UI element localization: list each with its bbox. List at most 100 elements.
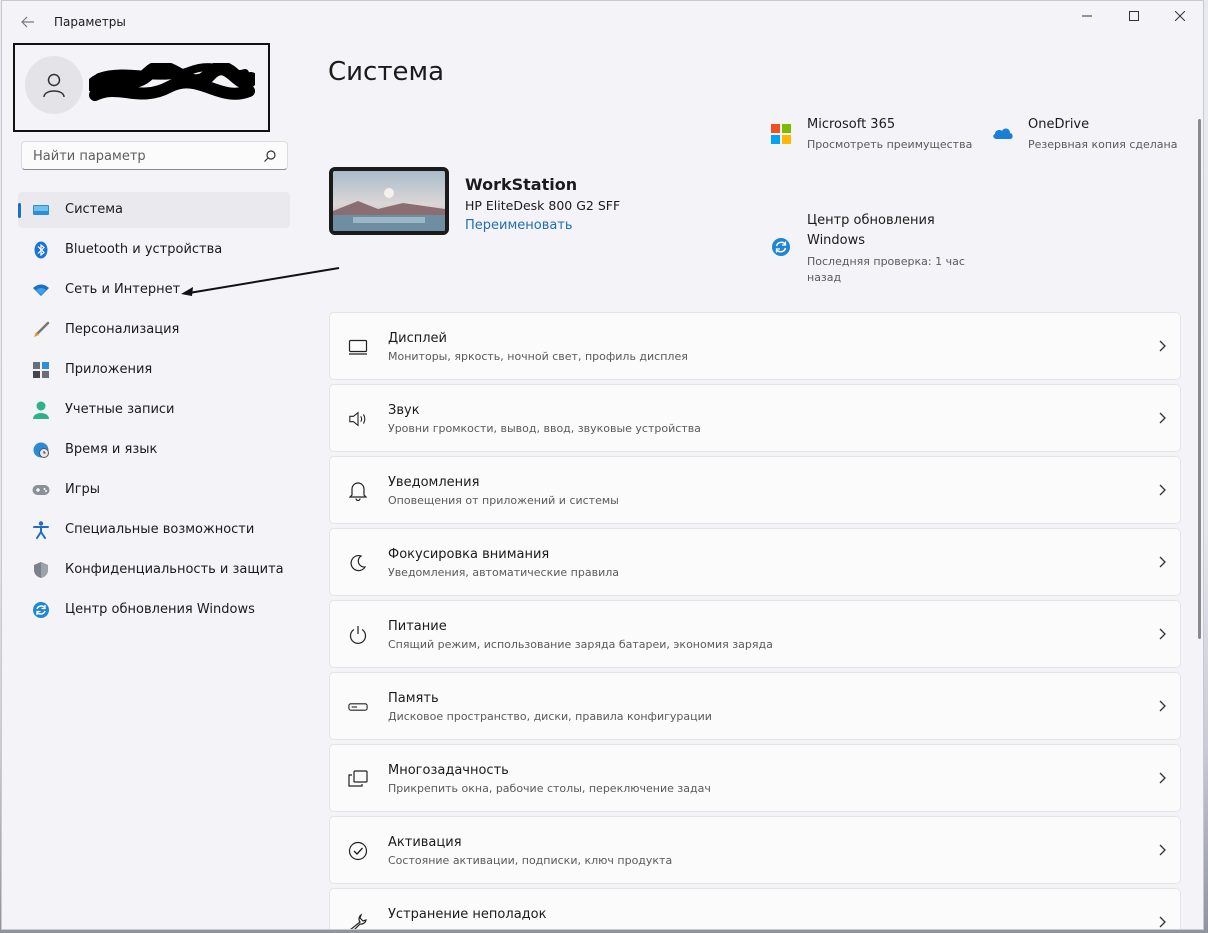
search-icon[interactable] — [263, 149, 277, 163]
gamepad-icon — [32, 481, 50, 499]
window-title: Параметры — [54, 15, 126, 29]
minimize-icon — [1082, 15, 1092, 17]
sidebar-item-label: Система — [65, 202, 124, 217]
card-subtitle: Уровни громкости, вывод, ввод, звуковые … — [388, 422, 701, 435]
sidebar-item-label: Персонализация — [65, 322, 180, 337]
page-title: Система — [328, 57, 445, 87]
search-input[interactable]: Найти параметр — [33, 149, 146, 164]
chevron-right-icon — [1159, 772, 1166, 784]
card-subtitle: Спящий режим, использование заряда батар… — [388, 638, 773, 651]
minimize-button[interactable] — [1062, 1, 1112, 31]
redacted-username — [89, 63, 255, 101]
cloud-icon — [993, 128, 1013, 139]
settings-card-storage[interactable]: Память Дисковое пространство, диски, пра… — [329, 672, 1181, 740]
maximize-button[interactable] — [1109, 1, 1159, 31]
card-title: Дисплей — [388, 331, 448, 346]
promo-microsoft-365[interactable]: Microsoft 365 Просмотреть преимущества — [769, 117, 979, 158]
sidebar-item-time-language[interactable]: Время и язык — [18, 432, 290, 468]
wifi-icon — [32, 281, 50, 299]
sidebar-item-apps[interactable]: Приложения — [18, 352, 290, 388]
close-icon — [1175, 11, 1185, 21]
storage-icon — [348, 697, 368, 717]
sidebar-item-label: Центр обновления Windows — [65, 602, 255, 617]
check-circle-icon — [348, 841, 368, 861]
globe-clock-icon — [32, 441, 50, 459]
promo-windows-update[interactable]: Центр обновления Windows Последняя прове… — [769, 212, 979, 288]
card-subtitle: Мониторы, яркость, ночной свет, профиль … — [388, 350, 688, 363]
sidebar-item-accessibility[interactable]: Специальные возможности — [18, 512, 290, 548]
sidebar-item-label: Конфиденциальность и защита — [65, 562, 284, 577]
card-title: Многозадачность — [388, 763, 509, 778]
settings-card-troubleshoot[interactable]: Устранение неполадок — [329, 888, 1181, 929]
power-icon — [348, 625, 368, 645]
sidebar-item-personalization[interactable]: Персонализация — [18, 312, 290, 348]
search-box[interactable]: Найти параметр — [21, 141, 288, 170]
sidebar-item-privacy[interactable]: Конфиденциальность и защита — [18, 552, 290, 588]
account-card[interactable] — [13, 43, 270, 132]
sidebar-item-label: Bluetooth и устройства — [65, 242, 223, 257]
avatar — [25, 56, 83, 114]
settings-card-activation[interactable]: Активация Состояние активации, подписки,… — [329, 816, 1181, 884]
apps-icon — [32, 361, 50, 379]
promo-onedrive[interactable]: OneDrive Резервная копия сделана — [990, 117, 1180, 158]
sidebar-item-label: Время и язык — [65, 442, 158, 457]
promo-title: OneDrive — [1028, 117, 1090, 132]
card-subtitle: Уведомления, автоматические правила — [388, 566, 619, 579]
back-button[interactable] — [16, 11, 40, 33]
promo-title-line2: Windows — [807, 233, 866, 248]
accessibility-icon — [32, 521, 50, 539]
promo-subtitle: Резервная копия сделана — [1028, 138, 1178, 151]
sidebar-item-windows-update[interactable]: Центр обновления Windows — [18, 592, 290, 628]
shield-icon — [32, 561, 50, 579]
sidebar-item-system[interactable]: Система — [18, 192, 290, 228]
promo-subtitle-line1: Последняя проверка: 1 час — [807, 255, 965, 268]
sidebar-item-label: Игры — [65, 482, 101, 497]
close-button[interactable] — [1155, 1, 1203, 31]
bluetooth-icon — [32, 241, 50, 259]
settings-card-notifications[interactable]: Уведомления Оповещения от приложений и с… — [329, 456, 1181, 524]
annotation-arrow — [181, 267, 340, 296]
card-subtitle: Оповещения от приложений и системы — [388, 494, 619, 507]
update-icon — [32, 601, 50, 619]
settings-card-sound[interactable]: Звук Уровни громкости, вывод, ввод, звук… — [329, 384, 1181, 452]
sidebar-item-label: Специальные возможности — [65, 522, 255, 537]
card-title: Уведомления — [388, 475, 480, 490]
sidebar-nav: Система Bluetooth и устройства Сеть и Ин… — [18, 192, 290, 632]
chevron-right-icon — [1159, 412, 1166, 424]
settings-window: Параметры Найти параметр Система Bluetoo… — [1, 0, 1204, 930]
title-bar: Параметры — [2, 1, 1203, 43]
chevron-right-icon — [1159, 916, 1166, 928]
wrench-icon — [348, 913, 368, 929]
card-subtitle: Дисковое пространство, диски, правила ко… — [388, 710, 712, 723]
sidebar-item-accounts[interactable]: Учетные записи — [18, 392, 290, 428]
settings-list: Дисплей Мониторы, яркость, ночной свет, … — [329, 312, 1181, 929]
settings-card-multitasking[interactable]: Многозадачность Прикрепить окна, рабочие… — [329, 744, 1181, 812]
person-icon — [32, 401, 50, 419]
promo-subtitle-line2: назад — [807, 271, 842, 284]
sidebar-item-gaming[interactable]: Игры — [18, 472, 290, 508]
sidebar-item-label: Учетные записи — [65, 402, 175, 417]
card-title: Фокусировка внимания — [388, 547, 550, 562]
sidebar-item-label: Приложения — [65, 362, 153, 377]
promo-title-line1: Центр обновления — [807, 213, 935, 228]
card-title: Активация — [388, 835, 462, 850]
device-wallpaper-thumbnail — [329, 167, 449, 235]
device-name: WorkStation — [465, 175, 578, 194]
card-title: Звук — [388, 403, 420, 418]
update-icon — [772, 238, 790, 256]
settings-card-focus[interactable]: Фокусировка внимания Уведомления, автома… — [329, 528, 1181, 596]
user-icon — [43, 73, 65, 98]
chevron-right-icon — [1159, 556, 1166, 568]
chevron-right-icon — [1159, 340, 1166, 352]
chevron-right-icon — [1159, 844, 1166, 856]
card-subtitle: Прикрепить окна, рабочие столы, переключ… — [388, 782, 711, 795]
sidebar-item-label: Сеть и Интернет — [65, 282, 181, 297]
settings-card-power[interactable]: Питание Спящий режим, использование заря… — [329, 600, 1181, 668]
rename-link[interactable]: Переименовать — [465, 218, 573, 233]
settings-card-display[interactable]: Дисплей Мониторы, яркость, ночной свет, … — [329, 312, 1181, 380]
promo-subtitle: Просмотреть преимущества — [807, 138, 973, 151]
moon-icon — [348, 553, 368, 573]
multitask-icon — [348, 769, 368, 789]
display-icon — [348, 337, 368, 357]
scrollbar[interactable] — [1198, 119, 1201, 639]
